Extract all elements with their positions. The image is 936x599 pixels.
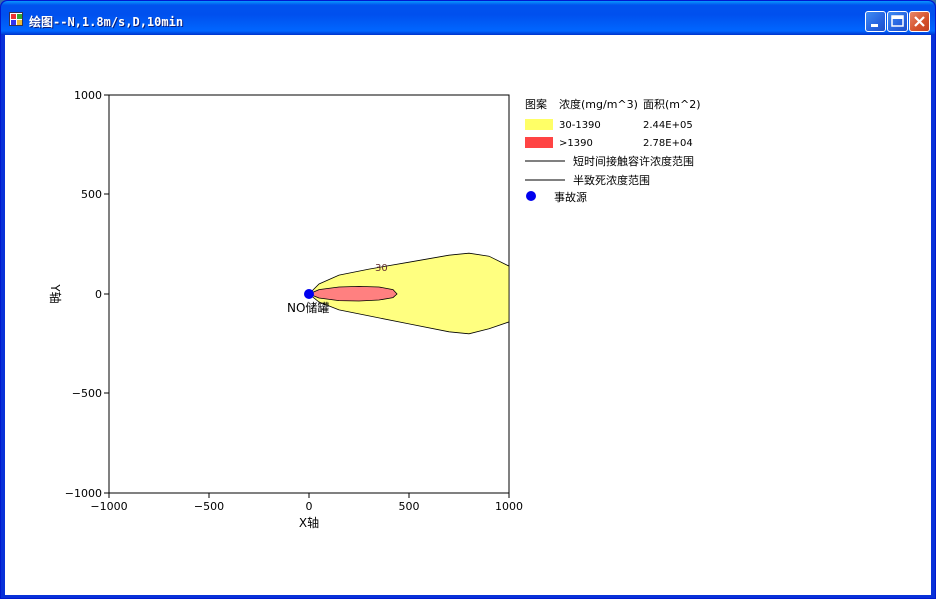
x-tick-label: −1000 [90,500,127,513]
y-tick-label: 500 [81,188,102,201]
x-tick-label: −500 [194,500,224,513]
close-button[interactable] [909,11,930,32]
title-bar[interactable]: 绘图--N,1.8m/s,D,10min [1,1,935,35]
app-chart-icon [9,12,23,26]
y-tick-label: −1000 [65,487,102,500]
x-tick-label: 0 [306,500,313,513]
x-axis-title: X轴 [299,515,319,530]
contour-label: 30 [375,263,388,274]
x-axis: −1000 −500 0 500 1000 X轴 [90,493,523,530]
minimize-button[interactable] [865,11,886,32]
source-label: NO储罐 [287,300,329,315]
legend-area: 2.78E+04 [643,138,693,149]
legend-area: 2.44E+05 [643,120,693,131]
maximize-icon [891,15,904,27]
legend-swatch-red [525,137,553,148]
legend: 图案 浓度(mg/m^3) 面积(m^2) 30-1390 2.44E+05 >… [525,97,701,204]
legend-source-dot [526,191,536,201]
legend-range: 30-1390 [559,120,601,131]
legend-header-area: 面积(m^2) [643,98,701,111]
window-title: 绘图--N,1.8m/s,D,10min [29,15,184,29]
chart-area: 30 NO储罐 −1000 −500 0 500 1000 X轴 1000 50… [5,35,931,595]
dispersion-chart: 30 NO储罐 −1000 −500 0 500 1000 X轴 1000 50… [48,89,701,530]
legend-source-label: 事故源 [554,190,587,204]
x-tick-label: 1000 [495,500,523,513]
y-axis: 1000 500 0 −500 −1000 Y轴 [48,89,109,500]
x-tick-label: 500 [399,500,420,513]
legend-range: >1390 [559,138,593,149]
minimize-icon [871,24,878,27]
legend-line-label: 短时间接触容许浓度范围 [573,154,694,168]
y-tick-label: −500 [72,387,102,400]
source-marker[interactable] [304,289,314,299]
close-icon [914,16,925,27]
legend-header-concentration: 浓度(mg/m^3) [559,97,638,111]
legend-header-pattern: 图案 [525,97,547,111]
maximize-button[interactable] [887,11,908,32]
y-tick-label: 1000 [74,89,102,102]
y-tick-label: 0 [95,288,102,301]
legend-swatch-yellow [525,119,553,130]
app-window: 绘图--N,1.8m/s,D,10min 30 NO储罐 −1000 −500 … [0,0,936,599]
legend-line-label: 半致死浓度范围 [573,173,650,187]
y-axis-title: Y轴 [48,283,63,303]
